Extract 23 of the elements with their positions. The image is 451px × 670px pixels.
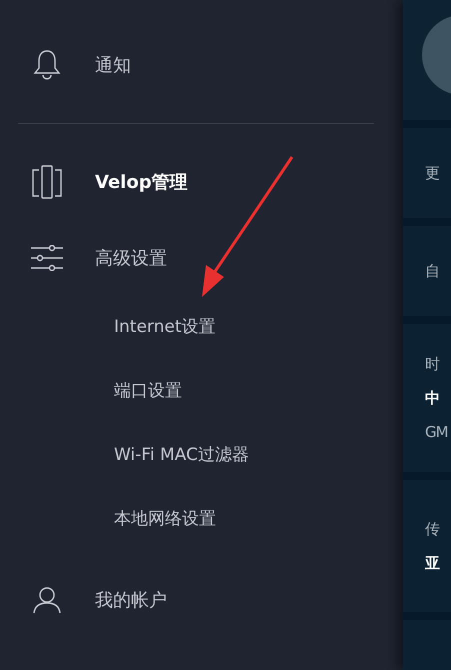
setting-label: 更 xyxy=(425,163,440,184)
setting-label: 时 xyxy=(425,354,440,375)
settings-row[interactable]: 自 xyxy=(403,226,451,316)
setting-value: 亚 xyxy=(425,553,440,574)
submenu-item[interactable]: Internet设置 xyxy=(114,315,216,341)
bell-icon xyxy=(32,49,60,81)
setting-label: 自 xyxy=(425,261,440,282)
submenu-item[interactable]: 本地网络设置 xyxy=(114,507,216,533)
menu-item[interactable]: 通知 xyxy=(95,52,131,78)
settings-row[interactable]: 更 xyxy=(403,128,451,218)
setting-label: 传 xyxy=(425,519,440,540)
settings-row[interactable]: 时 中 GM xyxy=(403,324,451,472)
person-icon xyxy=(32,586,60,614)
menu-item[interactable]: Velop管理 xyxy=(95,168,188,196)
submenu-item[interactable]: 端口设置 xyxy=(114,379,182,405)
setting-value: 中 xyxy=(425,388,440,409)
devices-icon xyxy=(32,165,62,199)
submenu-item[interactable]: Wi-Fi MAC过滤器 xyxy=(114,443,249,469)
settings-row[interactable]: 传 亚 xyxy=(403,480,451,612)
menu-item[interactable]: 我的帐户 xyxy=(95,586,167,614)
menu-item[interactable]: 高级设置 xyxy=(95,244,167,272)
setting-label: GM xyxy=(425,422,449,443)
sliders-icon xyxy=(30,245,64,271)
